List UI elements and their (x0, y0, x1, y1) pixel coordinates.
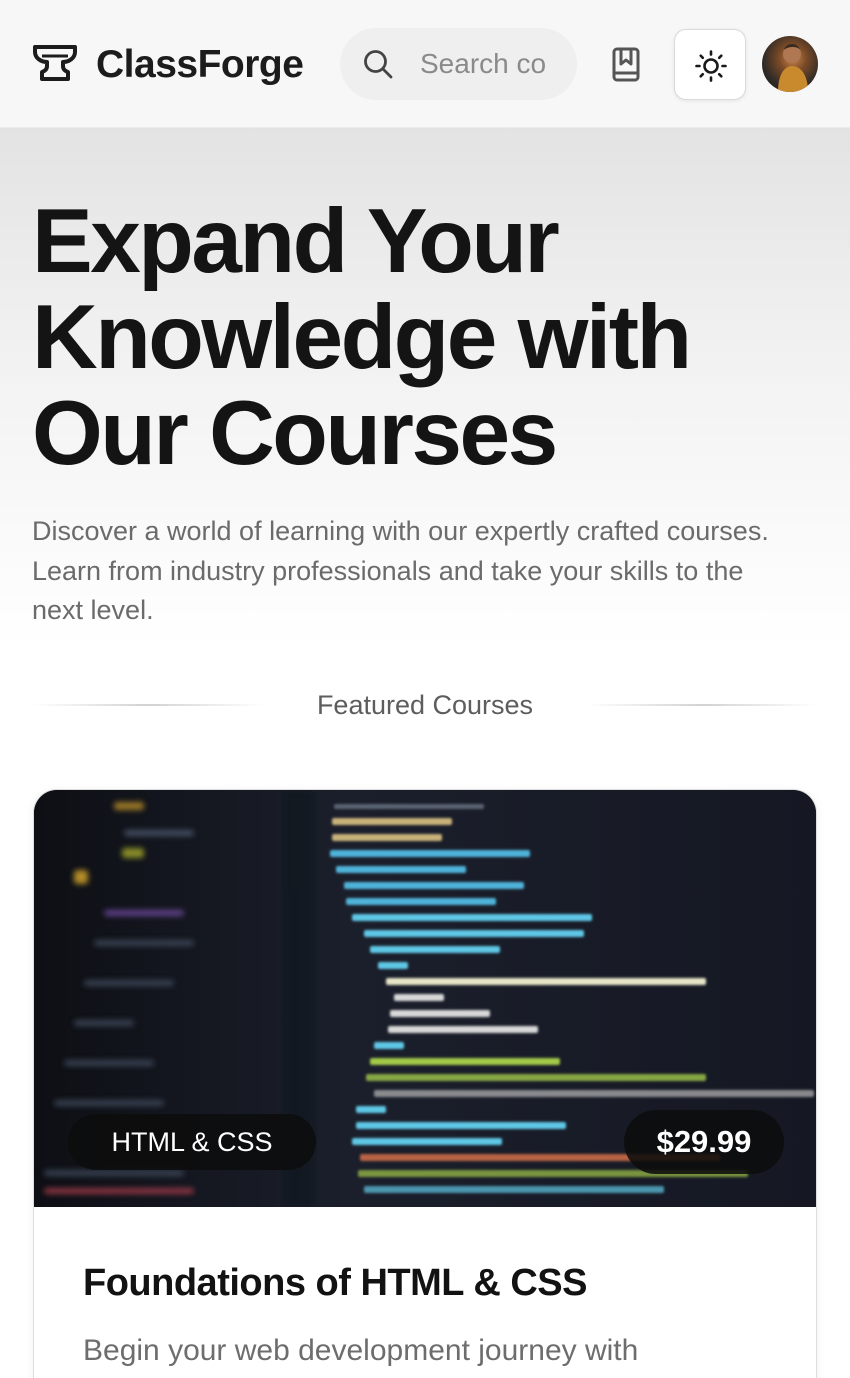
divider-line-right (586, 704, 818, 706)
theme-toggle-button[interactable] (674, 29, 746, 100)
course-price-badge: $29.99 (624, 1110, 784, 1174)
user-photo (778, 44, 808, 92)
hero-subtitle: Discover a world of learning with our ex… (32, 516, 769, 625)
course-thumbnail: HTML & CSS $29.99 (34, 790, 816, 1207)
search-input[interactable] (420, 46, 552, 82)
search-icon (364, 50, 393, 79)
anvil-icon[interactable] (32, 43, 78, 85)
course-category-badge: HTML & CSS (68, 1114, 316, 1170)
course-title[interactable]: Foundations of HTML & CSS (83, 1260, 783, 1306)
hero-title: Expand Your Knowledge with Our Courses (32, 191, 692, 484)
course-description: Begin your web development journey with (83, 1334, 639, 1367)
course-card[interactable]: HTML & CSS $29.99 Foundations of HTML & … (33, 789, 817, 1378)
bookmark-book-icon[interactable] (604, 44, 648, 86)
brand-name[interactable]: ClassForge (96, 42, 304, 88)
featured-divider: Featured Courses (32, 686, 818, 726)
search-bar[interactable] (340, 28, 577, 100)
top-navbar: ClassForge (0, 0, 850, 128)
sun-icon (695, 50, 727, 82)
avatar[interactable] (762, 36, 818, 92)
